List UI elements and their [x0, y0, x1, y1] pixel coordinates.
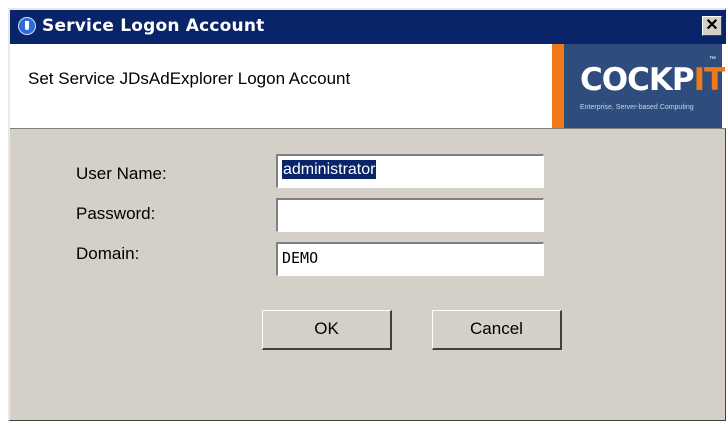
logon-dialog: Service Logon Account ✕ Set Service JDsA… [8, 8, 726, 421]
user-name-label: User Name: [76, 164, 167, 183]
cancel-button-label: Cancel [470, 319, 523, 338]
domain-field[interactable]: DEMO [276, 242, 544, 276]
cancel-button[interactable]: Cancel [432, 310, 562, 350]
header-text: Set Service JDsAdExplorer Logon Account [28, 69, 351, 88]
close-button[interactable]: ✕ [702, 16, 722, 36]
user-name-value: administrator [282, 160, 377, 179]
domain-label: Domain: [76, 244, 140, 263]
ok-button[interactable]: OK [262, 310, 392, 350]
ok-button-label: OK [314, 319, 339, 338]
cockpit-logo: COCKPIT ™ Enterprise, Server-based Compu… [552, 44, 726, 128]
service-icon [18, 17, 36, 35]
dialog-header: Set Service JDsAdExplorer Logon Account … [10, 44, 726, 129]
title-bar[interactable]: Service Logon Account ✕ [10, 10, 726, 44]
window-title: Service Logon Account [42, 16, 265, 36]
logo-wordmark: COCKPIT [580, 62, 726, 98]
user-name-field[interactable]: administrator [276, 154, 544, 188]
password-field[interactable] [276, 198, 544, 232]
logo-tagline: Enterprise, Server-based Computing [580, 104, 694, 111]
logo-trademark: ™ [709, 56, 716, 63]
logo-word-main: COCKP [580, 62, 695, 98]
logo-word-accent: IT [693, 62, 726, 98]
domain-value: DEMO [282, 249, 319, 267]
password-label: Password: [76, 204, 156, 223]
close-icon: ✕ [705, 17, 719, 34]
